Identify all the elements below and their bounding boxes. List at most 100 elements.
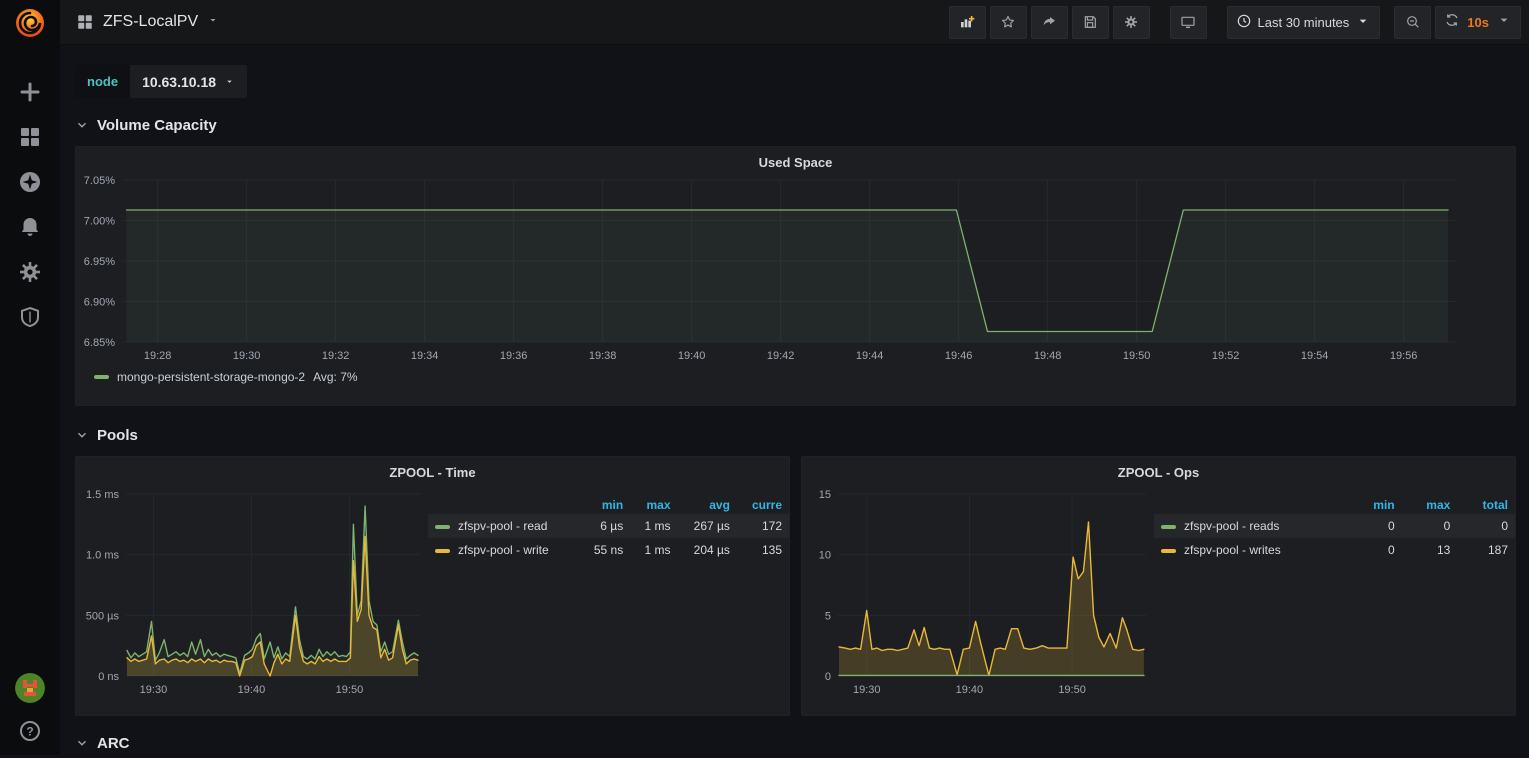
svg-text:0: 0: [825, 671, 831, 683]
node-variable-label: node: [75, 65, 130, 98]
series-avg-value: Avg: 7%: [313, 370, 357, 384]
configuration-gear-icon[interactable]: [18, 260, 42, 284]
dashboards-icon[interactable]: [18, 125, 42, 149]
section-pools[interactable]: Pools: [75, 420, 1516, 450]
svg-text:6.95%: 6.95%: [84, 256, 115, 268]
legend-col-max[interactable]: max: [630, 496, 677, 514]
svg-text:7.00%: 7.00%: [84, 216, 115, 228]
section-title: ARC: [97, 735, 130, 752]
title-caret-down-icon: [207, 13, 219, 31]
node-caret-down-icon: [224, 74, 235, 90]
grafana-logo[interactable]: [13, 6, 47, 40]
svg-text:5: 5: [825, 610, 831, 622]
svg-text:19:50: 19:50: [1058, 684, 1086, 696]
refresh-picker[interactable]: 10s: [1435, 6, 1521, 39]
legend-col-current[interactable]: curre: [737, 496, 789, 514]
series-marker: [94, 375, 109, 379]
min-value: 0: [1350, 538, 1402, 562]
section-arc[interactable]: ARC: [75, 728, 1516, 758]
refresh-icon: [1444, 12, 1460, 33]
svg-text:1.0 ms: 1.0 ms: [86, 550, 120, 562]
svg-text:19:42: 19:42: [767, 350, 795, 362]
svg-text:?: ?: [26, 725, 33, 739]
max-value: 1 ms: [630, 538, 677, 562]
used-space-legend-item[interactable]: mongo-persistent-storage-mongo-2 Avg: 7%: [94, 370, 1515, 384]
zoom-out-time-button[interactable]: [1394, 6, 1431, 39]
min-value: 0: [1350, 514, 1402, 538]
current-value: 172: [737, 514, 789, 538]
max-value: 0: [1402, 514, 1458, 538]
time-range-picker[interactable]: Last 30 minutes: [1227, 6, 1381, 39]
svg-text:19:50: 19:50: [1123, 350, 1151, 362]
svg-text:19:30: 19:30: [853, 684, 881, 696]
legend-row: zfspv-pool - read 6 µs 1 ms 267 µs 172: [428, 514, 789, 538]
section-title: Pools: [97, 427, 138, 444]
zpool-ops-panel-title[interactable]: ZPOOL - Ops: [802, 457, 1515, 480]
total-value: 187: [1457, 538, 1515, 562]
dashboard-title: ZFS-LocalPV: [103, 13, 198, 31]
current-value: 135: [737, 538, 789, 562]
node-variable-value: 10.63.10.18: [142, 74, 216, 90]
share-dashboard-button[interactable]: [1031, 6, 1068, 39]
used-space-panel: Used Space 19:2819:3019:3219:3419:3619:3…: [75, 146, 1516, 406]
time-range-label: Last 30 minutes: [1258, 15, 1350, 30]
series-label: zfspv-pool - writes: [1184, 543, 1281, 557]
legend-col-min[interactable]: min: [1350, 496, 1402, 514]
series-marker: [1161, 549, 1176, 553]
legend-col-total[interactable]: total: [1457, 496, 1515, 514]
used-space-panel-title[interactable]: Used Space: [76, 147, 1515, 170]
svg-text:19:36: 19:36: [500, 350, 528, 362]
legend-col-min[interactable]: min: [579, 496, 630, 514]
series-label: zfspv-pool - read: [458, 519, 547, 533]
svg-text:19:40: 19:40: [238, 684, 266, 696]
svg-text:19:48: 19:48: [1034, 350, 1062, 362]
used-space-chart[interactable]: 19:2819:3019:3219:3419:3619:3819:4019:42…: [76, 170, 1485, 370]
series-marker: [435, 525, 450, 529]
svg-text:19:34: 19:34: [411, 350, 439, 362]
svg-text:19:40: 19:40: [678, 350, 706, 362]
help-icon[interactable]: ?: [18, 719, 42, 743]
svg-text:19:28: 19:28: [144, 350, 172, 362]
svg-text:6.90%: 6.90%: [84, 297, 115, 309]
refresh-interval-label: 10s: [1467, 15, 1489, 30]
svg-text:1.5 ms: 1.5 ms: [86, 489, 120, 501]
svg-text:19:54: 19:54: [1301, 350, 1329, 362]
svg-text:6.85%: 6.85%: [84, 337, 115, 349]
svg-text:15: 15: [819, 489, 831, 501]
node-variable-picker[interactable]: node 10.63.10.18: [75, 65, 247, 98]
section-volume-capacity[interactable]: Volume Capacity: [75, 110, 1516, 140]
save-dashboard-button[interactable]: [1072, 6, 1109, 39]
series-label: zfspv-pool - write: [458, 543, 549, 557]
explore-compass-icon[interactable]: [18, 170, 42, 194]
legend-col-avg[interactable]: avg: [678, 496, 737, 514]
svg-text:19:30: 19:30: [233, 350, 261, 362]
dashboard-squares-icon: [76, 13, 94, 31]
zpool-time-panel: ZPOOL - Time 19:3019:4019:500 ns500 µs1.…: [75, 456, 790, 716]
server-admin-shield-icon[interactable]: [18, 305, 42, 329]
svg-text:0 ns: 0 ns: [98, 671, 119, 683]
zpool-ops-legend: min max total zfspv-pool - reads 0 0 0: [1154, 496, 1515, 562]
zpool-time-panel-title[interactable]: ZPOOL - Time: [76, 457, 789, 480]
svg-text:19:46: 19:46: [945, 350, 973, 362]
svg-text:500 µs: 500 µs: [86, 610, 120, 622]
user-avatar[interactable]: [15, 673, 45, 703]
add-panel-button[interactable]: [949, 6, 986, 39]
create-icon[interactable]: [18, 80, 42, 104]
alerting-bell-icon[interactable]: [18, 215, 42, 239]
refresh-caret-down-icon: [1496, 12, 1512, 33]
zpool-time-chart[interactable]: 19:3019:4019:500 ns500 µs1.0 ms1.5 ms: [76, 480, 428, 706]
avg-value: 267 µs: [678, 514, 737, 538]
time-range-caret-down-icon: [1355, 13, 1371, 32]
star-dashboard-button[interactable]: [990, 6, 1027, 39]
zpool-ops-chart[interactable]: 19:3019:4019:50051015: [802, 480, 1154, 706]
legend-col-max[interactable]: max: [1402, 496, 1458, 514]
svg-text:10: 10: [819, 550, 831, 562]
series-marker: [1161, 525, 1176, 529]
dashboard-title-button[interactable]: ZFS-LocalPV: [76, 13, 219, 31]
cycle-view-mode-button[interactable]: [1170, 6, 1207, 39]
chevron-down-icon: [75, 118, 89, 132]
dashboard-settings-button[interactable]: [1113, 6, 1150, 39]
svg-text:19:50: 19:50: [336, 684, 364, 696]
legend-row: zfspv-pool - write 55 ns 1 ms 204 µs 135: [428, 538, 789, 562]
series-label: zfspv-pool - reads: [1184, 519, 1279, 533]
